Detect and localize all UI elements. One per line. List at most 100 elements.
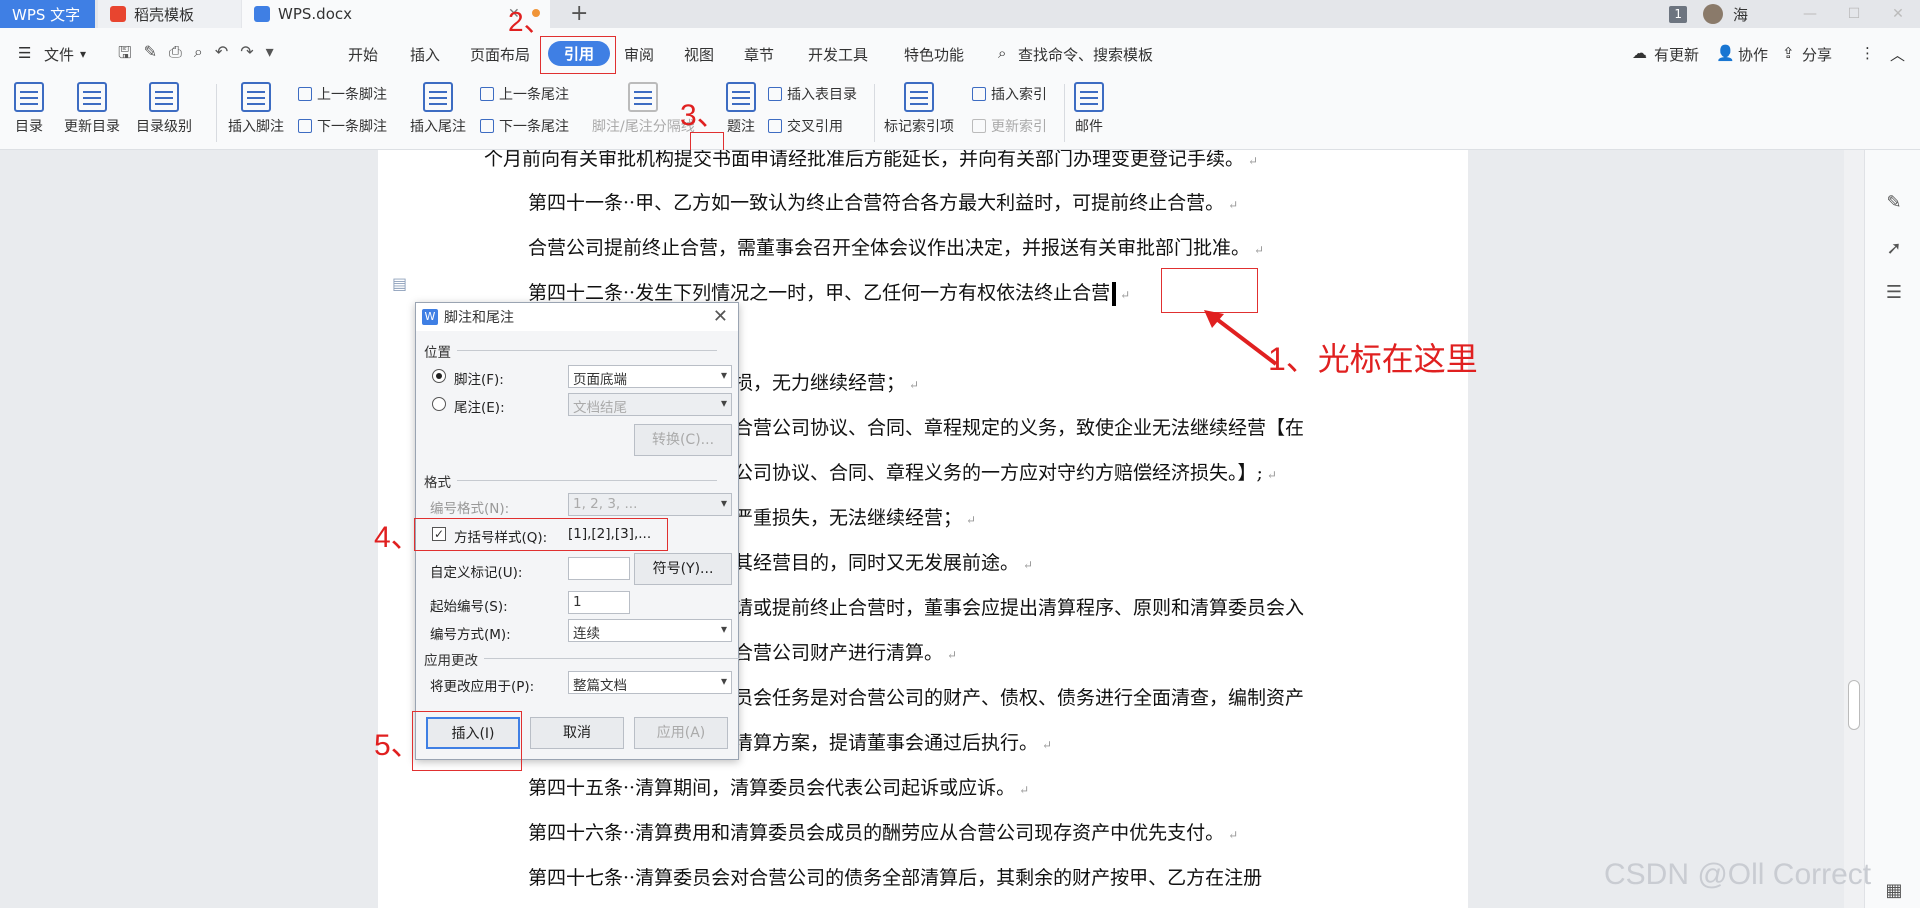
apply-section: 应用更改 [424, 649, 744, 669]
endnote-position-select[interactable]: 文档结尾 [568, 393, 732, 416]
endnote-radio[interactable] [432, 397, 446, 411]
doc-line: 公司协议、合同、章程义务的一方应对守约方赔偿经济损失。】; ↵ [734, 458, 1277, 485]
tab-document[interactable]: WPS.docx [242, 0, 550, 28]
toc-button[interactable]: 目录 [14, 82, 44, 136]
menu-icon[interactable]: ☰ [18, 44, 31, 62]
mail-button[interactable]: 邮件 [1074, 82, 1104, 136]
insert-endnote-button[interactable]: 插入尾注 [410, 82, 466, 136]
separator-icon [628, 82, 659, 112]
redo-icon[interactable]: ↷ [240, 42, 253, 69]
update-button[interactable]: 有更新 [1654, 44, 1699, 65]
menu-layout[interactable]: 页面布局 [470, 44, 530, 65]
prev-footnote-icon [298, 87, 312, 101]
tab-wps-writer[interactable]: WPS 文字 [0, 0, 95, 28]
paragraph-handle-icon[interactable]: ▤ [392, 274, 407, 293]
mail-icon [1074, 82, 1104, 112]
close-window-icon[interactable]: ✕ [1876, 6, 1920, 22]
next-footnote-icon [298, 119, 312, 133]
customize-icon[interactable]: ▾ [266, 42, 274, 69]
insert-index-button[interactable]: 插入索引 [972, 84, 1047, 104]
doc-line-text: 个月前向有关审批机构提交书面申请经批准后方能延长，并向有关部门办理变更登记手续。 [484, 150, 1245, 170]
menu-chapter[interactable]: 章节 [744, 44, 774, 65]
cross-ref-label: 交叉引用 [787, 119, 843, 135]
more-icon[interactable]: ⋮ [1860, 44, 1875, 62]
avatar[interactable] [1702, 4, 1723, 24]
footnote-radio[interactable] [432, 369, 446, 383]
share-button[interactable]: 分享 [1802, 44, 1832, 65]
collab-button[interactable]: 协作 [1738, 44, 1768, 65]
doc-line-text: 第四十二条··发生下列情况之一时，甲、乙任何一方有权依法终止合营 [528, 282, 1111, 304]
new-tab-icon[interactable]: + [570, 1, 588, 26]
start-number-stepper[interactable]: 1 [568, 591, 630, 614]
grid-icon[interactable]: ▦ [1883, 880, 1905, 902]
start-number-label: 起始编号(S): [430, 599, 508, 615]
footnote-position-select[interactable]: 页面底端 [568, 365, 732, 388]
toc-level-button[interactable]: 目录级别 [136, 82, 192, 136]
menu-start[interactable]: 开始 [348, 44, 378, 65]
custom-mark-input[interactable] [568, 557, 630, 580]
close-icon[interactable]: ✕ [713, 306, 728, 327]
prev-footnote-button[interactable]: 上一条脚注 [298, 84, 387, 104]
update-toc-button[interactable]: 更新目录 [64, 82, 120, 136]
endnote-label: 尾注(E): [454, 400, 505, 416]
menu-insert[interactable]: 插入 [410, 44, 440, 65]
convert-button[interactable]: 转换(C)... [634, 424, 732, 456]
number-format-select[interactable]: 1, 2, 3, ... [568, 493, 732, 516]
caption-button[interactable]: 题注 [726, 82, 756, 136]
vertical-scrollbar[interactable] [1844, 150, 1864, 908]
chevron-down-icon[interactable]: ▾ [80, 47, 86, 61]
doc-line-text: 第四十七条··清算委员会对合营公司的债务全部清算后，其剩余的财产按甲、乙方在注册 [528, 867, 1263, 889]
prev-endnote-label: 上一条尾注 [499, 87, 569, 103]
print-icon[interactable]: ⎙ [169, 42, 182, 69]
symbol-button[interactable]: 符号(Y)... [634, 553, 732, 585]
user-name[interactable]: 海 [1733, 4, 1748, 25]
edit-pen-icon[interactable]: ✎ [1883, 192, 1905, 214]
menu-review[interactable]: 审阅 [624, 44, 654, 65]
menu-bar: ☰ 文件 ▾ 🖫 ✎ ⎙ ⌕ ↶ ↷ ▾ 开始 插入 页面布局 引用 审阅 视图… [0, 28, 1920, 78]
maximize-icon[interactable]: ☐ [1832, 6, 1876, 22]
insert-footnote-button[interactable]: 插入脚注 [228, 82, 284, 136]
undo-icon[interactable]: ↶ [215, 42, 228, 69]
paragraph-mark: ↵ [1228, 828, 1239, 842]
menu-view[interactable]: 视图 [684, 44, 714, 65]
format-painter-icon[interactable]: ✎ [144, 42, 157, 69]
update-index-icon [972, 119, 986, 133]
scroll-thumb[interactable] [1848, 680, 1860, 730]
paragraph-mark: ↵ [947, 648, 958, 662]
doc-line-text: 损，无力继续经营； [734, 372, 906, 394]
insert-table-toc-button[interactable]: 插入表目录 [768, 84, 857, 104]
position-section: 位置 [424, 341, 717, 361]
save-icon[interactable]: 🖫 [118, 42, 132, 69]
insert-footnote-label: 插入脚注 [228, 119, 284, 135]
tab-template[interactable]: 稻壳模板 [98, 0, 241, 28]
next-endnote-button[interactable]: 下一条尾注 [480, 116, 569, 136]
doc-line-text: 合营公司财产进行清算。 [734, 642, 944, 664]
doc-line: 清算方案，提请董事会通过后执行。 ↵ [734, 728, 1052, 755]
dialog-title: 脚注和尾注 [444, 310, 514, 326]
cross-ref-button[interactable]: 交叉引用 [768, 116, 843, 136]
menu-features[interactable]: 特色功能 [904, 44, 964, 65]
start-number-value: 1 [573, 594, 582, 610]
next-endnote-icon [480, 119, 494, 133]
settings-sliders-icon[interactable]: ☰ [1883, 282, 1905, 304]
apply-to-select[interactable]: 整篇文档 [568, 671, 732, 694]
menu-developer[interactable]: 开发工具 [808, 44, 868, 65]
tab-label: WPS 文字 [12, 5, 81, 24]
numbering-select[interactable]: 连续 [568, 619, 732, 642]
collapse-ribbon-icon[interactable]: ︿ [1890, 44, 1905, 65]
prev-footnote-label: 上一条脚注 [317, 87, 387, 103]
doc-line-text: 清算方案，提请董事会通过后执行。 [734, 732, 1039, 754]
file-menu[interactable]: 文件 [44, 44, 74, 65]
mark-index-button[interactable]: 标记索引项 [884, 82, 954, 136]
update-index-button[interactable]: 更新索引 [972, 116, 1047, 136]
cancel-button[interactable]: 取消 [530, 717, 624, 749]
select-cursor-icon[interactable]: ➚ [1883, 238, 1905, 260]
text-cursor [1112, 282, 1117, 306]
next-footnote-button[interactable]: 下一条脚注 [298, 116, 387, 136]
prev-endnote-button[interactable]: 上一条尾注 [480, 84, 569, 104]
command-search[interactable]: 查找命令、搜索模板 [1018, 44, 1153, 65]
apply-button[interactable]: 应用(A) [634, 717, 728, 749]
print-preview-icon[interactable]: ⌕ [194, 42, 203, 69]
minimize-icon[interactable]: — [1788, 6, 1832, 22]
paragraph-mark: ↵ [1228, 198, 1239, 212]
